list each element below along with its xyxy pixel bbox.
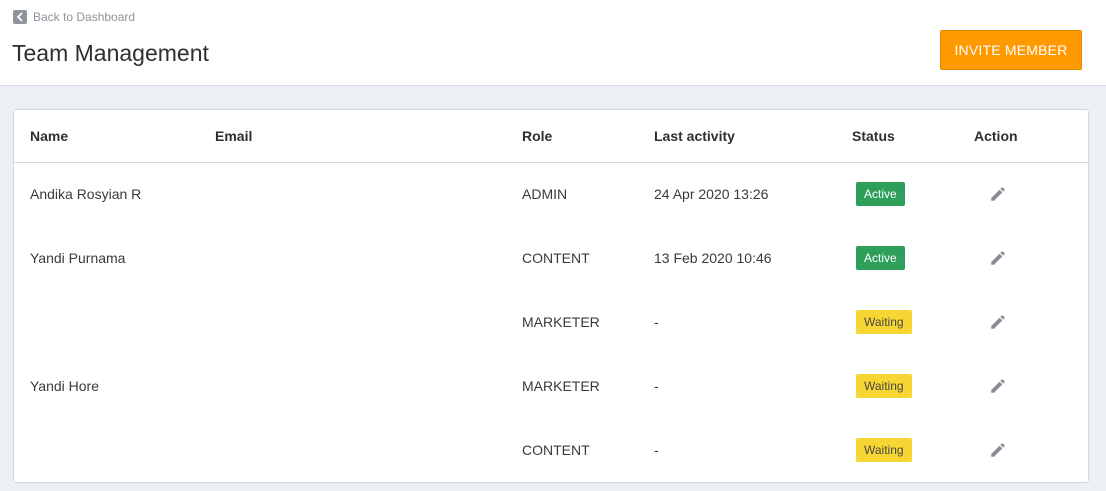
column-header-last-activity: Last activity	[654, 128, 735, 144]
chevron-left-icon	[13, 10, 27, 24]
back-to-dashboard-link[interactable]: Back to Dashboard	[13, 10, 135, 24]
pencil-icon	[991, 379, 1005, 393]
edit-member-button[interactable]	[987, 375, 1009, 397]
table-row: CONTENT - Waiting	[14, 418, 1088, 482]
column-header-status: Status	[852, 128, 895, 144]
column-header-email: Email	[215, 128, 253, 144]
member-last-activity: -	[654, 442, 659, 458]
page-title: Team Management	[12, 40, 209, 66]
column-header-role: Role	[522, 128, 553, 144]
member-last-activity: 24 Apr 2020 13:26	[654, 186, 769, 202]
member-role: CONTENT	[522, 442, 590, 458]
invite-member-button[interactable]: INVITE MEMBER	[940, 30, 1082, 70]
pencil-icon	[991, 187, 1005, 201]
pencil-icon	[991, 443, 1005, 457]
pencil-icon	[991, 251, 1005, 265]
edit-member-button[interactable]	[987, 311, 1009, 333]
member-name: Andika Rosyian R	[30, 186, 142, 202]
edit-member-button[interactable]	[987, 183, 1009, 205]
status-badge: Active	[856, 246, 905, 270]
table-header: Name Email Role Last activity Status Act…	[14, 110, 1088, 163]
status-badge: Waiting	[856, 438, 912, 462]
status-badge: Waiting	[856, 310, 912, 334]
team-table: Name Email Role Last activity Status Act…	[13, 109, 1089, 483]
member-last-activity: -	[654, 314, 659, 330]
member-last-activity: 13 Feb 2020 10:46	[654, 250, 772, 266]
pencil-icon	[991, 315, 1005, 329]
column-header-action: Action	[974, 128, 1018, 144]
page-header: Back to Dashboard Team Management INVITE…	[0, 0, 1106, 86]
edit-member-button[interactable]	[987, 247, 1009, 269]
member-role: MARKETER	[522, 314, 600, 330]
member-last-activity: -	[654, 378, 659, 394]
status-badge: Waiting	[856, 374, 912, 398]
back-link-label: Back to Dashboard	[33, 10, 136, 24]
member-name: Yandi Hore	[30, 378, 100, 394]
member-role: ADMIN	[522, 186, 568, 202]
member-name: Yandi Purnama	[30, 250, 126, 266]
table-row: Yandi Hore MARKETER - Waiting	[14, 354, 1088, 418]
table-row: MARKETER - Waiting	[14, 290, 1088, 354]
member-role: MARKETER	[522, 378, 600, 394]
edit-member-button[interactable]	[987, 439, 1009, 461]
member-role: CONTENT	[522, 250, 590, 266]
table-row: Andika Rosyian R ADMIN 24 Apr 2020 13:26 Ac…	[14, 162, 1088, 226]
table-row: Yandi Purnama CONTENT 13 Feb 2020 10:46 Act…	[14, 226, 1088, 290]
column-header-name: Name	[30, 128, 69, 144]
status-badge: Active	[856, 182, 905, 206]
